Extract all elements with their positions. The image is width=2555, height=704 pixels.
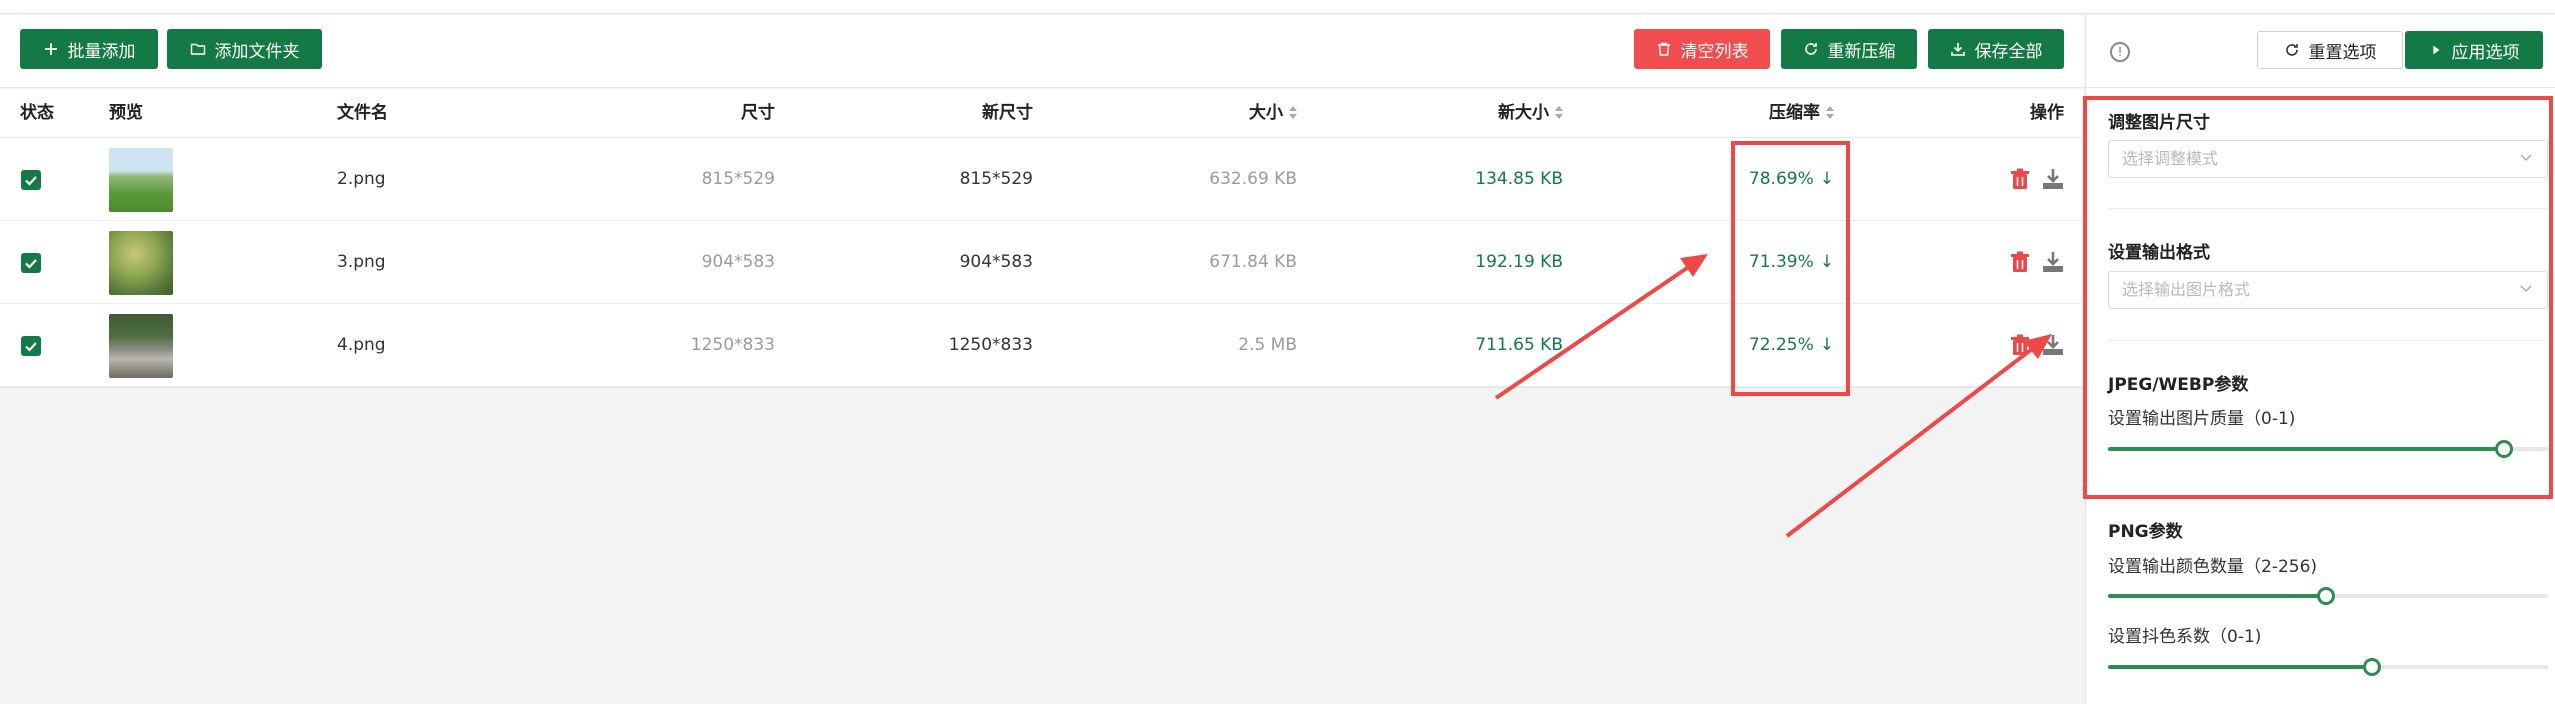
cell-size: 671.84 KB [1209,252,1297,272]
play-icon [2432,45,2439,55]
ratio-highlight-box [1731,141,1850,396]
download-icon[interactable] [2042,251,2064,273]
cell-new-size: 711.65 KB [1475,335,1563,355]
header-ratio[interactable]: 压缩率 [1769,89,1834,138]
batch-add-label: 批量添加 [67,41,136,62]
dither-label: 设置抖色系数（0-1) [2108,627,2262,647]
slider-handle[interactable] [2363,658,2381,676]
apply-options-label: 应用选项 [2451,42,2520,63]
colors-label: 设置输出颜色数量（2-256) [2108,557,2318,577]
header-filesize-label: 大小 [1249,103,1283,123]
save-all-label: 保存全部 [1974,41,2043,62]
header-filesize[interactable]: 大小 [1249,89,1297,138]
info-icon[interactable]: ! [2110,42,2130,62]
row-checkbox[interactable] [21,253,41,273]
cell-new-dimensions: 904*583 [959,252,1033,272]
reset-options-label: 重置选项 [2308,42,2377,63]
download-icon[interactable] [2042,334,2064,356]
cell-dimensions: 1250*833 [690,335,775,355]
png-title: PNG参数 [2108,522,2183,542]
sort-icon [1826,106,1834,120]
cell-new-size: 192.19 KB [1475,252,1563,272]
apply-options-button[interactable]: 应用选项 [2405,31,2543,69]
header-new-filesize[interactable]: 新大小 [1498,89,1563,138]
preview-thumbnail[interactable] [109,148,173,212]
options-highlight-box [2083,96,2553,499]
toolbar: 批量添加 添加文件夹 清空列表 重新压缩 保存全部 [0,15,2084,88]
cell-filename: 4.png [337,335,386,355]
check-icon [25,176,37,186]
check-icon [25,259,37,269]
header-new-size: 新尺寸 [982,103,1033,123]
recompress-button[interactable]: 重新压缩 [1781,29,1917,69]
plus-icon [44,43,57,55]
header-actions: 操作 [2030,103,2064,123]
trash-icon[interactable] [2010,168,2030,190]
preview-thumbnail[interactable] [109,231,173,295]
cell-new-dimensions: 1250*833 [948,335,1033,355]
slider-fill [2108,594,2327,598]
app: 批量添加 添加文件夹 清空列表 重新压缩 保存全部 状态 预览 文件名 尺寸 新… [0,0,2555,704]
options-panel: ! 重置选项 应用选项 调整图片尺寸 选择调整模式 设置输出格式 选择输出图片格… [2083,15,2555,704]
cell-size: 632.69 KB [1209,169,1297,189]
download-icon [1950,43,1965,56]
row-checkbox[interactable] [21,170,41,190]
download-icon[interactable] [2042,168,2064,190]
top-bar [0,0,2555,14]
trash-icon[interactable] [2010,251,2030,273]
reset-options-button[interactable]: 重置选项 [2257,31,2403,69]
add-folder-label: 添加文件夹 [214,41,300,62]
cell-new-dimensions: 815*529 [959,169,1033,189]
header-status: 状态 [20,103,54,123]
table-header: 状态 预览 文件名 尺寸 新尺寸 大小 新大小 压缩率 操作 [0,89,2084,138]
clear-list-label: 清空列表 [1680,41,1749,62]
cell-filename: 3.png [337,252,386,272]
row-checkbox[interactable] [21,336,41,356]
trash-icon [1657,42,1670,56]
save-all-button[interactable]: 保存全部 [1928,29,2064,69]
slider-handle[interactable] [2317,587,2336,605]
batch-add-button[interactable]: 批量添加 [20,29,158,69]
folder-icon [190,43,205,55]
panel-header: ! 重置选项 应用选项 [2086,15,2555,88]
dither-slider[interactable] [2108,657,2548,677]
sort-icon [1289,106,1297,120]
header-preview: 预览 [109,103,143,123]
header-ratio-label: 压缩率 [1769,103,1820,123]
header-filename: 文件名 [337,103,388,123]
cell-filename: 2.png [337,169,386,189]
cell-new-size: 134.85 KB [1475,169,1563,189]
header-size: 尺寸 [741,103,775,123]
recompress-label: 重新压缩 [1827,41,1896,62]
trash-icon[interactable] [2010,334,2030,356]
preview-thumbnail[interactable] [109,314,173,378]
main-area: 批量添加 添加文件夹 清空列表 重新压缩 保存全部 状态 预览 文件名 尺寸 新… [0,15,2084,704]
cell-size: 2.5 MB [1238,335,1297,355]
cell-dimensions: 815*529 [701,169,775,189]
refresh-icon [1804,43,1817,55]
header-new-filesize-label: 新大小 [1498,103,1549,123]
slider-fill [2108,665,2372,669]
add-folder-button[interactable]: 添加文件夹 [167,29,322,69]
sort-icon [1555,106,1563,120]
clear-list-button[interactable]: 清空列表 [1634,29,1770,69]
cell-dimensions: 904*583 [701,252,775,272]
refresh-icon [2285,44,2298,56]
colors-slider[interactable] [2108,586,2548,606]
check-icon [25,342,37,352]
